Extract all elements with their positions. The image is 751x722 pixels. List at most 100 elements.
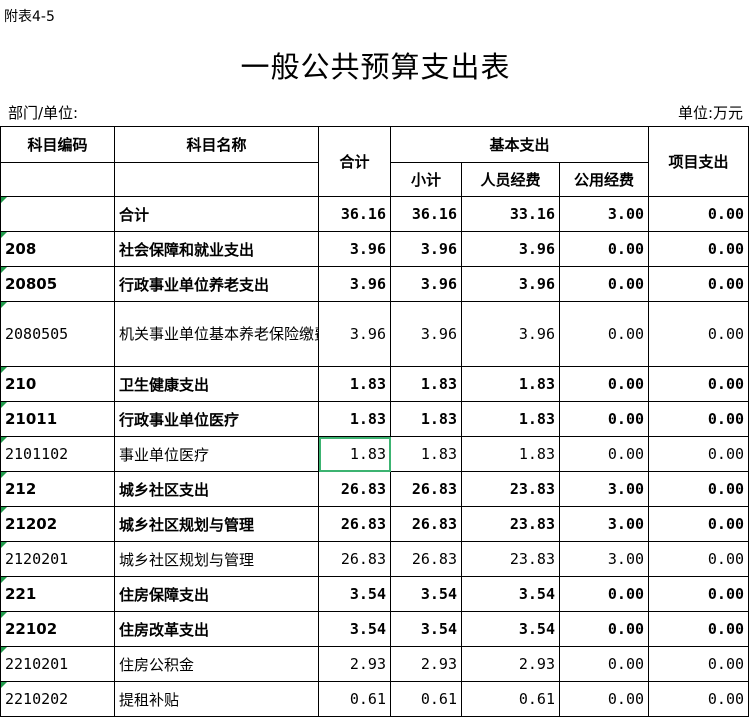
cell-name[interactable]: 住房改革支出 (114, 611, 319, 647)
cell-project[interactable]: 0.00 (648, 301, 750, 367)
cell-code[interactable]: 21202 (0, 506, 115, 542)
cell-code[interactable]: 22102 (0, 611, 115, 647)
cell-subtotal[interactable]: 36.16 (390, 196, 462, 232)
cell-public[interactable]: 0.00 (558, 401, 650, 437)
cell-code[interactable]: 20805 (0, 266, 115, 302)
cell-code[interactable]: 2120201 (0, 541, 115, 577)
cell-subtotal[interactable]: 2.93 (390, 646, 462, 682)
cell-subtotal[interactable]: 0.61 (390, 681, 462, 717)
cell-subtotal[interactable]: 1.83 (390, 366, 462, 402)
cell-personnel[interactable]: 23.83 (461, 506, 560, 542)
cell-total-selected[interactable]: 1.83 (318, 436, 391, 472)
cell-public[interactable]: 3.00 (558, 196, 650, 232)
cell-total[interactable]: 26.83 (318, 471, 391, 507)
cell-name[interactable]: 行政事业单位养老支出 (114, 266, 319, 302)
cell-code[interactable]: 21011 (0, 401, 115, 437)
cell-public[interactable]: 0.00 (558, 301, 650, 367)
cell-total[interactable]: 3.54 (318, 576, 391, 612)
cell-personnel[interactable]: 3.96 (461, 301, 560, 367)
cell-total[interactable]: 26.83 (318, 541, 391, 577)
cell-project[interactable]: 0.00 (648, 646, 750, 682)
cell-personnel[interactable]: 0.61 (461, 681, 560, 717)
cell-public[interactable]: 0.00 (558, 366, 650, 402)
cell-subtotal[interactable]: 1.83 (390, 401, 462, 437)
cell-total[interactable]: 2.93 (318, 646, 391, 682)
cell-name[interactable]: 卫生健康支出 (114, 366, 319, 402)
cell-total[interactable]: 3.96 (318, 231, 391, 267)
cell-personnel[interactable]: 33.16 (461, 196, 560, 232)
cell-personnel[interactable]: 3.54 (461, 576, 560, 612)
cell-personnel[interactable]: 3.54 (461, 611, 560, 647)
cell-name[interactable]: 事业单位医疗 (114, 436, 319, 472)
cell-name[interactable]: 机关事业单位基本养老保险缴费支出 (114, 301, 319, 367)
cell-personnel[interactable]: 1.83 (461, 436, 560, 472)
cell-personnel[interactable]: 23.83 (461, 471, 560, 507)
cell-subtotal[interactable]: 3.96 (390, 301, 462, 367)
cell-code[interactable]: 2080505 (0, 301, 115, 367)
cell-project[interactable]: 0.00 (648, 576, 750, 612)
cell-project[interactable]: 0.00 (648, 436, 750, 472)
cell-code[interactable] (0, 196, 115, 232)
cell-code[interactable]: 2210202 (0, 681, 115, 717)
cell-project[interactable]: 0.00 (648, 196, 750, 232)
cell-public[interactable]: 3.00 (558, 506, 650, 542)
cell-subtotal[interactable]: 3.96 (390, 266, 462, 302)
cell-personnel[interactable]: 23.83 (461, 541, 560, 577)
cell-public[interactable]: 0.00 (558, 611, 650, 647)
cell-subtotal[interactable]: 3.54 (390, 611, 462, 647)
cell-project[interactable]: 0.00 (648, 231, 750, 267)
cell-total[interactable]: 26.83 (318, 506, 391, 542)
cell-subtotal[interactable]: 26.83 (390, 471, 462, 507)
cell-total[interactable]: 36.16 (318, 196, 391, 232)
cell-public[interactable]: 3.00 (558, 541, 650, 577)
cell-code[interactable]: 2101102 (0, 436, 115, 472)
cell-project[interactable]: 0.00 (648, 541, 750, 577)
cell-subtotal[interactable]: 3.96 (390, 231, 462, 267)
cell-project[interactable]: 0.00 (648, 401, 750, 437)
cell-project[interactable]: 0.00 (648, 681, 750, 717)
cell-project[interactable]: 0.00 (648, 611, 750, 647)
cell-personnel[interactable]: 3.96 (461, 231, 560, 267)
cell-code[interactable]: 210 (0, 366, 115, 402)
cell-name[interactable]: 合计 (114, 196, 319, 232)
cell-total[interactable]: 0.61 (318, 681, 391, 717)
cell-total[interactable]: 3.54 (318, 611, 391, 647)
cell-code[interactable]: 208 (0, 231, 115, 267)
cell-personnel[interactable]: 2.93 (461, 646, 560, 682)
cell-name[interactable]: 行政事业单位医疗 (114, 401, 319, 437)
cell-name[interactable]: 城乡社区规划与管理 (114, 506, 319, 542)
cell-name[interactable]: 城乡社区规划与管理 (114, 541, 319, 577)
cell-subtotal[interactable]: 3.54 (390, 576, 462, 612)
cell-public[interactable]: 0.00 (558, 266, 650, 302)
cell-project[interactable]: 0.00 (648, 366, 750, 402)
cell-name[interactable]: 社会保障和就业支出 (114, 231, 319, 267)
cell-personnel[interactable]: 3.96 (461, 266, 560, 302)
cell-public[interactable]: 0.00 (558, 436, 650, 472)
header-code: 科目编码 (0, 126, 115, 163)
cell-name[interactable]: 提租补贴 (114, 681, 319, 717)
cell-project[interactable]: 0.00 (648, 266, 750, 302)
cell-total[interactable]: 3.96 (318, 301, 391, 367)
cell-total[interactable]: 1.83 (318, 366, 391, 402)
cell-name[interactable]: 住房保障支出 (114, 576, 319, 612)
cell-public[interactable]: 3.00 (558, 471, 650, 507)
table-row: 208 社会保障和就业支出 3.96 3.96 3.96 0.00 0.00 (0, 231, 750, 267)
cell-subtotal[interactable]: 26.83 (390, 541, 462, 577)
cell-personnel[interactable]: 1.83 (461, 366, 560, 402)
cell-project[interactable]: 0.00 (648, 471, 750, 507)
cell-total[interactable]: 1.83 (318, 401, 391, 437)
cell-project[interactable]: 0.00 (648, 506, 750, 542)
cell-personnel[interactable]: 1.83 (461, 401, 560, 437)
cell-name[interactable]: 城乡社区支出 (114, 471, 319, 507)
cell-name[interactable]: 住房公积金 (114, 646, 319, 682)
cell-code[interactable]: 212 (0, 471, 115, 507)
cell-public[interactable]: 0.00 (558, 646, 650, 682)
cell-subtotal[interactable]: 26.83 (390, 506, 462, 542)
cell-public[interactable]: 0.00 (558, 576, 650, 612)
cell-total[interactable]: 3.96 (318, 266, 391, 302)
cell-public[interactable]: 0.00 (558, 681, 650, 717)
cell-code[interactable]: 221 (0, 576, 115, 612)
cell-subtotal[interactable]: 1.83 (390, 436, 462, 472)
cell-code[interactable]: 2210201 (0, 646, 115, 682)
cell-public[interactable]: 0.00 (558, 231, 650, 267)
